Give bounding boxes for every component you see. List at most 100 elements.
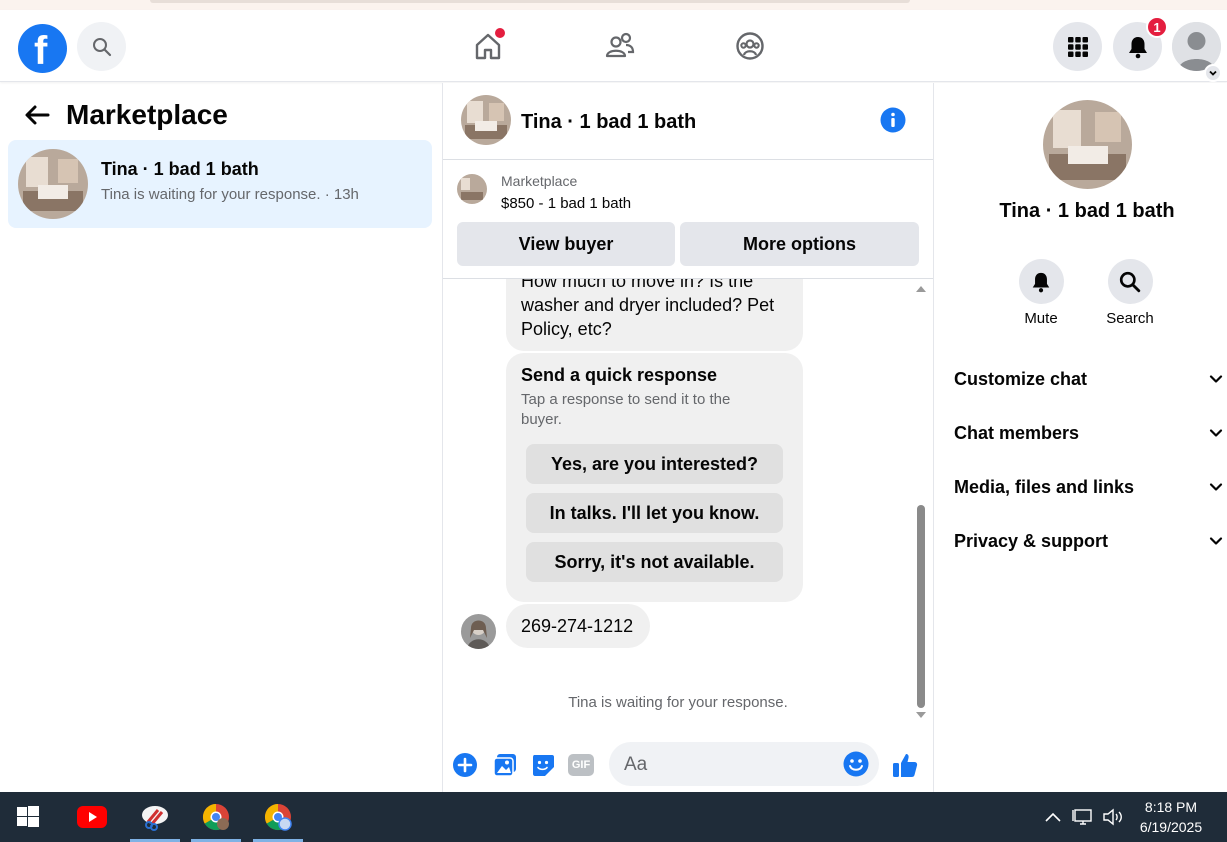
- clock-date: 6/19/2025: [1139, 819, 1203, 835]
- quick-reply-interested[interactable]: Yes, are you interested?: [526, 444, 783, 484]
- sticker-icon: [533, 755, 554, 776]
- youtube-icon: [77, 806, 107, 828]
- show-hidden-icons[interactable]: [1042, 792, 1064, 842]
- message-scrollbar[interactable]: [915, 283, 927, 723]
- chevron-down-icon: [1209, 375, 1223, 383]
- volume-control[interactable]: [1100, 792, 1126, 842]
- conversation-info-button[interactable]: [880, 107, 906, 138]
- quick-response-subtitle: Tap a response to send it to the buyer.: [521, 391, 731, 428]
- chevron-down-icon: [1209, 429, 1223, 437]
- buyer-avatar[interactable]: [461, 614, 496, 649]
- facebook-logo[interactable]: f: [18, 24, 67, 73]
- nav-friends[interactable]: [592, 22, 648, 70]
- menu-button[interactable]: [1053, 22, 1102, 71]
- system-clock[interactable]: 8:18 PM 6/19/2025: [1131, 797, 1211, 837]
- quick-reply-in-talks[interactable]: In talks. I'll let you know.: [526, 493, 783, 533]
- back-arrow-icon[interactable]: [24, 104, 50, 126]
- buyer-message-bubble: 269-274-1212: [506, 604, 650, 648]
- message-input[interactable]: Aa: [609, 742, 879, 786]
- details-avatar: [1043, 100, 1132, 189]
- windows-logo-icon: [17, 806, 39, 827]
- search-in-conversation-action[interactable]: Search: [1090, 259, 1170, 327]
- listing-label: Marketplace: [501, 173, 578, 189]
- listing-photo-avatar: [18, 149, 88, 219]
- search-button[interactable]: [77, 22, 126, 71]
- plus-circle-icon: [453, 753, 477, 777]
- media-files-links-menu[interactable]: Media, files and links: [954, 467, 1224, 507]
- chevron-up-icon: [1045, 812, 1061, 822]
- message-thread: How much to move in? Is the washer and d…: [443, 279, 933, 719]
- clock-time: 8:18 PM: [1144, 799, 1198, 815]
- listing-thumbnail[interactable]: [457, 174, 487, 204]
- message-composer: GIF Aa: [443, 739, 933, 791]
- notification-badge: 1: [1146, 16, 1168, 38]
- taskbar-chrome-2[interactable]: [253, 792, 303, 842]
- nav-home[interactable]: [460, 22, 516, 70]
- message-input-placeholder: Aa: [624, 754, 648, 775]
- sticker-button[interactable]: [529, 751, 557, 779]
- mute-label: Mute: [1024, 310, 1058, 327]
- mute-action[interactable]: Mute: [1001, 259, 1081, 327]
- gif-button[interactable]: GIF: [567, 751, 595, 779]
- network-icon: [1072, 809, 1092, 825]
- more-options-button[interactable]: More options: [680, 222, 919, 266]
- buyer-message-text: 269-274-1212: [521, 616, 634, 636]
- listing-price-title[interactable]: $850 - 1 bad 1 bath: [501, 195, 631, 212]
- search-icon: [1119, 271, 1141, 292]
- notifications-button[interactable]: 1: [1113, 16, 1168, 71]
- browser-top-strip: [0, 0, 1227, 10]
- gif-icon: GIF: [568, 754, 594, 776]
- account-dropdown[interactable]: [1204, 64, 1222, 82]
- chevron-down-icon: [1209, 483, 1223, 491]
- chrome-icon: [264, 803, 292, 831]
- nav-groups[interactable]: [722, 22, 778, 70]
- more-actions-button[interactable]: [451, 751, 479, 779]
- conversation-item[interactable]: Tina · 1 bad 1 bath Tina is waiting for …: [8, 140, 432, 228]
- search-icon: [92, 37, 111, 56]
- scroll-down-arrow-icon[interactable]: [916, 711, 926, 719]
- snipping-tool-icon: [142, 806, 168, 831]
- page-title: Marketplace: [66, 99, 228, 130]
- details-name: Tina · 1 bad 1 bath: [999, 200, 1175, 222]
- conversation-preview: Tina is waiting for your response. · 13h: [101, 186, 359, 203]
- thumbs-up-icon: [893, 754, 918, 777]
- windows-taskbar: 8:18 PM 6/19/2025: [0, 792, 1227, 842]
- groups-icon: [736, 32, 764, 60]
- conversation-list-panel: Marketplace Tina · 1 bad 1 bath Tina is …: [0, 83, 442, 792]
- scrollbar-thumb[interactable]: [917, 505, 925, 708]
- info-icon: [880, 107, 906, 133]
- attach-photo-button[interactable]: [491, 751, 519, 779]
- taskbar-snipping-tool[interactable]: [130, 792, 180, 842]
- scroll-up-arrow-icon[interactable]: [916, 285, 926, 293]
- quick-response-card: Send a quick response Tap a response to …: [506, 353, 803, 602]
- quick-response-title: Send a quick response: [521, 365, 718, 385]
- taskbar-chrome-1[interactable]: [191, 792, 241, 842]
- like-button[interactable]: [891, 751, 919, 779]
- conversation-name: Tina · 1 bad 1 bath: [101, 159, 259, 179]
- view-buyer-button[interactable]: View buyer: [457, 222, 675, 266]
- message-bubble-partial: How much to move in? Is the washer and d…: [506, 279, 803, 351]
- network-status[interactable]: [1070, 792, 1096, 842]
- privacy-support-menu[interactable]: Privacy & support: [954, 521, 1224, 561]
- friends-icon: [605, 32, 635, 58]
- chat-panel: Tina · 1 bad 1 bath Marketplace $850 - 1…: [442, 83, 934, 792]
- top-navigation-bar: f 1: [0, 10, 1227, 82]
- waiting-status-text: Tina is waiting for your response.: [568, 694, 788, 711]
- chrome-icon: [202, 803, 229, 831]
- photo-icon: [493, 754, 516, 777]
- chat-members-menu[interactable]: Chat members: [954, 413, 1224, 453]
- speaker-icon: [1103, 808, 1122, 826]
- chat-header: Tina · 1 bad 1 bath: [443, 83, 933, 160]
- quick-reply-not-available[interactable]: Sorry, it's not available.: [526, 542, 783, 582]
- grid-menu-icon: [1067, 36, 1088, 57]
- taskbar-youtube[interactable]: [70, 792, 114, 842]
- bell-icon: [1032, 272, 1050, 292]
- chevron-down-icon: [1209, 70, 1217, 76]
- marketplace-listing-bar: Marketplace $850 - 1 bad 1 bath View buy…: [443, 160, 933, 279]
- customize-chat-menu[interactable]: Customize chat: [954, 359, 1224, 399]
- bell-icon: [1128, 36, 1147, 58]
- chat-avatar[interactable]: [461, 95, 511, 145]
- emoji-icon[interactable]: [843, 751, 869, 777]
- start-button[interactable]: [8, 792, 48, 842]
- search-label: Search: [1106, 310, 1154, 327]
